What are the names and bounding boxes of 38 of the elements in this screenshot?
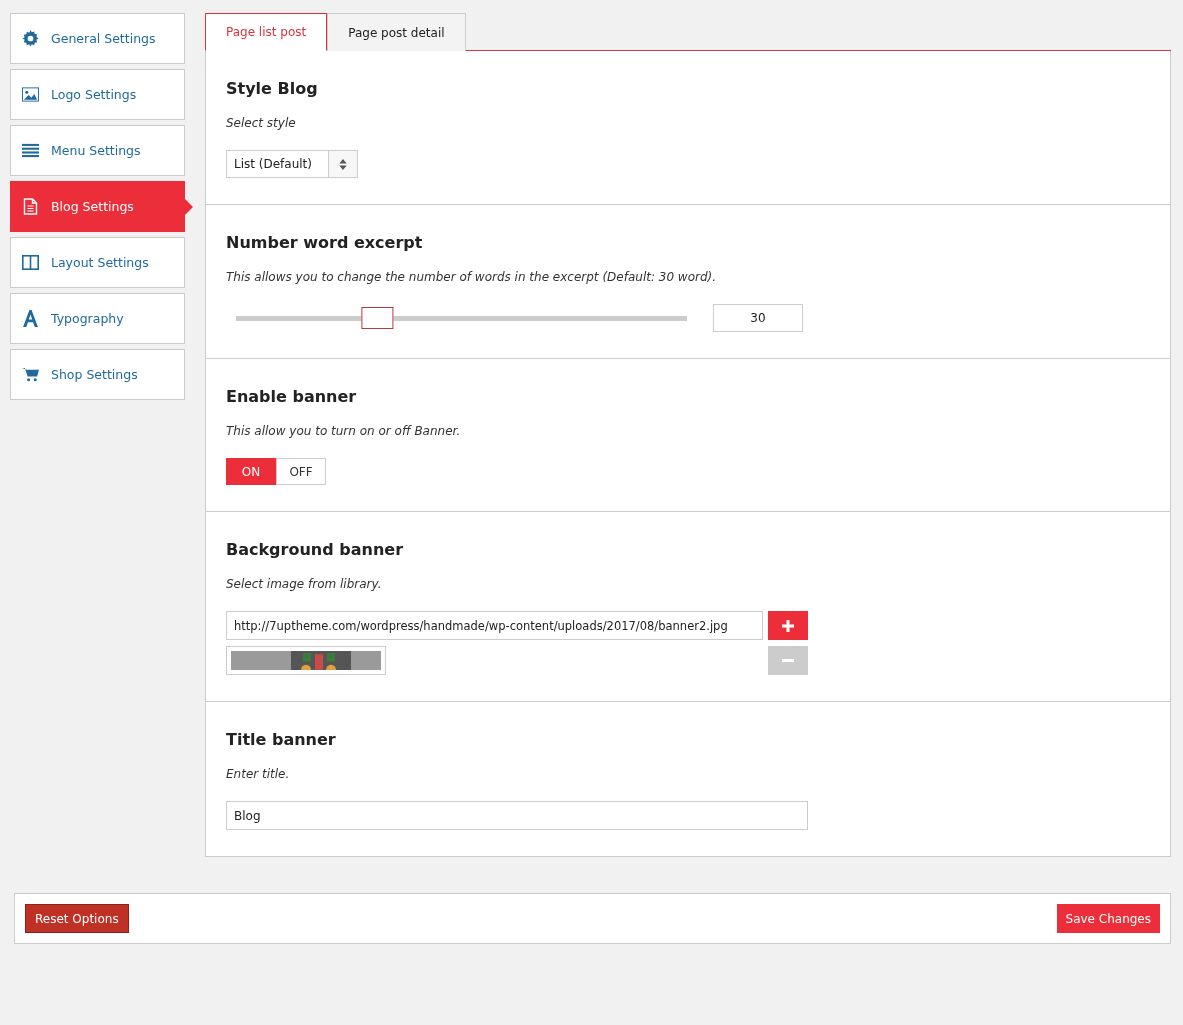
section-description: Select image from library. — [226, 577, 383, 591]
gear-icon — [22, 30, 39, 47]
sidebar-item[interactable]: Layout Settings — [10, 237, 185, 288]
section-description: Enter title. — [226, 767, 291, 781]
section-title: Style Blog — [226, 79, 319, 98]
toggle-option[interactable]: OFF — [276, 458, 326, 485]
image-url-field[interactable]: http://7uptheme.com/wordpress/handmade/wp-content/uploads/2017/08/banner2.jpg — [226, 611, 763, 640]
minus-icon — [782, 659, 794, 662]
save-button[interactable]: Save Changes — [1056, 904, 1160, 933]
add-button[interactable] — [768, 611, 808, 640]
image-icon — [22, 86, 39, 103]
plus-icon — [782, 619, 794, 632]
letter-a-icon — [22, 310, 39, 327]
section-title: Title banner — [226, 730, 337, 749]
document-icon — [22, 198, 39, 215]
sidebar-item[interactable]: Menu Settings — [10, 125, 185, 176]
section-description: This allows you to change the number of words in the excerpt (Default: 30 word). — [226, 270, 718, 284]
cart-icon — [22, 366, 39, 383]
sidebar-item[interactable]: General Settings — [10, 13, 185, 64]
section-title: Enable banner — [226, 387, 358, 406]
section-title: Number word excerpt — [226, 233, 424, 252]
menu-icon — [22, 142, 39, 159]
title-field[interactable]: Blog — [226, 801, 808, 830]
tab[interactable]: Page post detail — [327, 13, 466, 51]
toggle-option[interactable]: ON — [226, 458, 276, 485]
slider-thumb[interactable] — [361, 307, 394, 329]
reset-button[interactable]: Reset Options — [25, 904, 129, 933]
tab[interactable]: Page list post — [205, 13, 328, 51]
section-title: Background banner — [226, 540, 405, 559]
sidebar-item[interactable]: Shop Settings — [10, 349, 185, 400]
section-description: Select style — [226, 116, 297, 130]
number-field[interactable]: 30 — [713, 304, 803, 332]
sort-arrows-icon — [339, 158, 347, 170]
style-select[interactable]: List (Default) — [226, 150, 358, 178]
section-description: This allow you to turn on or off Banner. — [226, 424, 462, 438]
sidebar-item[interactable]: Logo Settings — [10, 69, 185, 120]
sidebar-item[interactable]: Typography — [10, 293, 185, 344]
columns-icon — [22, 254, 39, 271]
